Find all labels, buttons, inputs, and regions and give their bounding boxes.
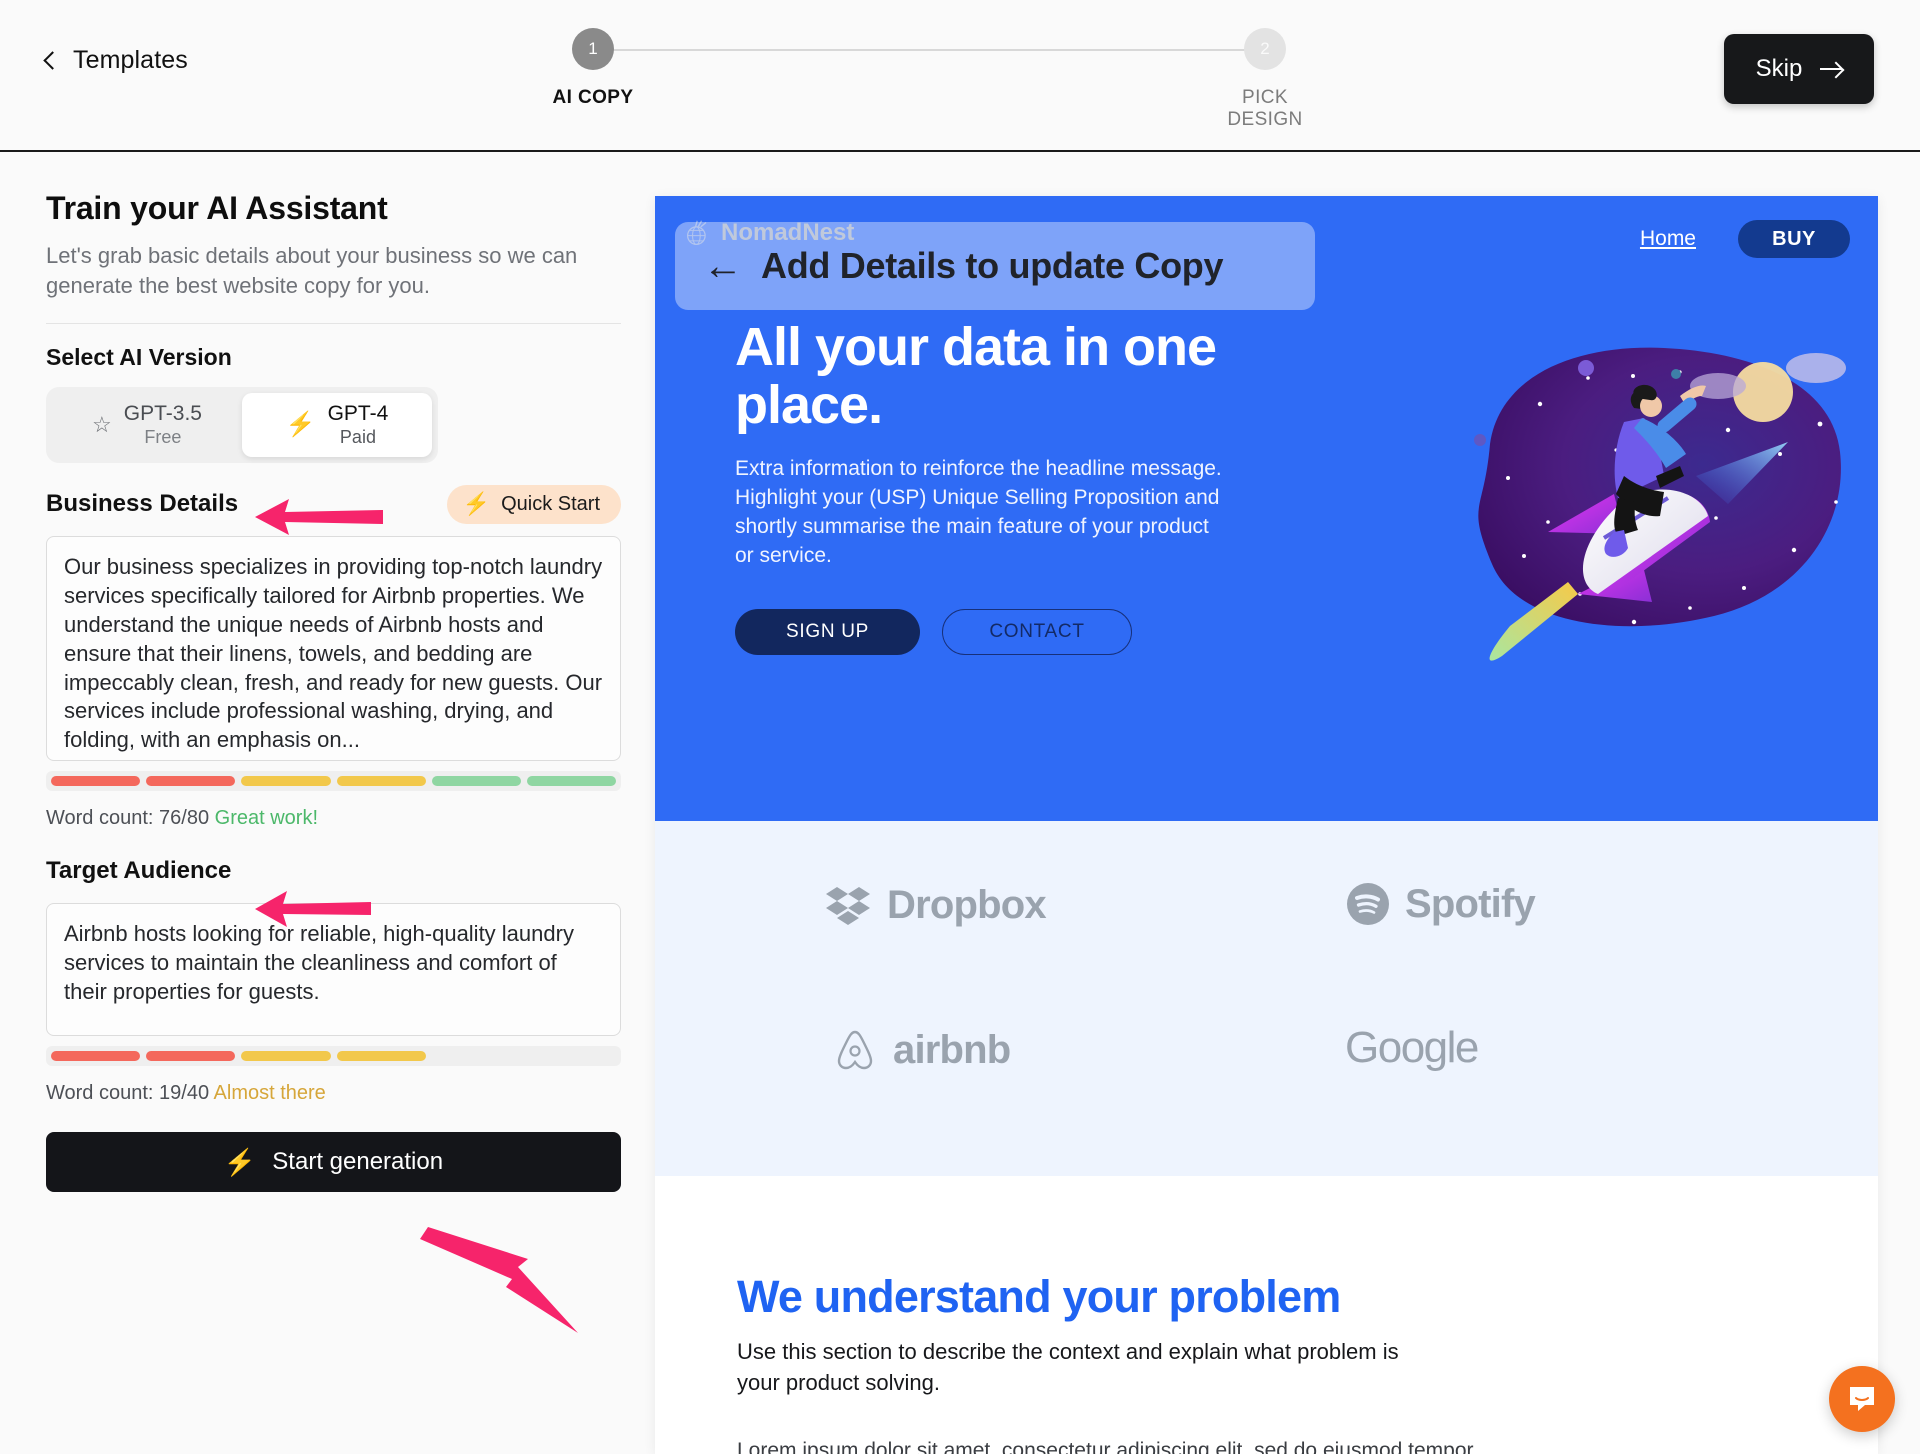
hero-headline: All your data in one place.	[735, 317, 1217, 436]
logo-spotify-label: Spotify	[1405, 881, 1536, 926]
skip-button[interactable]: Skip	[1724, 34, 1874, 104]
preview-logos-section: Dropbox Spotify airbnb Google	[655, 821, 1878, 1176]
business-details-value: Our business specializes in providing to…	[64, 554, 603, 753]
sign-up-button[interactable]: SIGN UP	[735, 608, 920, 655]
step-2-number: 2	[1244, 28, 1286, 70]
preview-nav: Home BUY	[1640, 220, 1850, 258]
bolt-icon: ⚡	[285, 411, 316, 439]
quick-start-button[interactable]: ⚡ Quick Start	[446, 484, 621, 524]
ai-version-toggle[interactable]: ☆ GPT-3.5 Free ⚡ GPT-4 Paid	[46, 387, 438, 464]
business-details-label: Business Details	[46, 490, 239, 518]
dropbox-icon	[826, 887, 870, 925]
page-subtitle: Let's grab basic details about your busi…	[46, 241, 621, 325]
business-details-header: Business Details ⚡ Quick Start	[46, 484, 621, 524]
logo-google: Google	[1345, 1023, 1479, 1073]
skip-label: Skip	[1755, 55, 1803, 82]
buy-button[interactable]: BUY	[1738, 220, 1850, 258]
logo-airbnb-label: airbnb	[893, 1027, 1011, 1072]
progress-segment	[431, 776, 521, 787]
back-to-templates-link[interactable]: Templates	[43, 46, 188, 75]
hero-cta-group: SIGN UP CONTACT	[735, 608, 1225, 655]
start-generation-label: Start generation	[272, 1148, 444, 1176]
ai-copy-form-panel: Train your AI Assistant Let's grab basic…	[46, 190, 626, 1193]
logo-spotify: Spotify	[1345, 881, 1536, 927]
star-icon: ☆	[92, 412, 112, 438]
select-ai-version-label: Select AI Version	[46, 344, 232, 371]
gpt4-name: GPT-4	[327, 402, 389, 426]
business-details-word-count: Word count: 76/80 Great work!	[46, 807, 626, 830]
progress-segment	[527, 1051, 616, 1061]
progress-segment	[51, 1051, 141, 1062]
chevron-left-icon	[43, 51, 62, 70]
logo-airbnb: airbnb	[831, 1026, 1011, 1074]
progress-segment	[336, 1051, 426, 1062]
target-word-count-text: Word count: 19/40	[46, 1082, 210, 1105]
progress-segment	[336, 776, 426, 787]
astronaut-riding-rocket-illustration	[1474, 347, 1846, 661]
ai-version-option-gpt35[interactable]: ☆ GPT-3.5 Free	[52, 393, 242, 457]
nav-home-link[interactable]: Home	[1640, 227, 1696, 251]
target-audience-progress-bar	[46, 1046, 621, 1067]
business-word-count-status: Great work!	[214, 807, 318, 830]
intercom-chat-icon	[1850, 1387, 1874, 1411]
target-audience-header: Target Audience	[46, 852, 621, 890]
page-title: Train your AI Assistant	[46, 190, 388, 226]
business-details-progress-bar	[46, 771, 621, 792]
step-pick-design[interactable]: 2 PICK DESIGN	[1210, 28, 1320, 131]
gpt35-name: GPT-3.5	[123, 402, 202, 426]
quick-start-label: Quick Start	[501, 492, 600, 515]
arrow-right-icon	[1820, 68, 1843, 70]
hero-body-text: Extra information to reinforce the headl…	[735, 456, 1222, 567]
logo-dropbox-label: Dropbox	[887, 882, 1047, 927]
progress-segment	[432, 1051, 521, 1061]
logo-dropbox: Dropbox	[825, 881, 1047, 929]
step-1-label: AI COPY	[552, 87, 634, 108]
problem-heading: We understand your problem	[737, 1271, 1341, 1322]
step-ai-copy[interactable]: 1 AI COPY	[538, 28, 648, 109]
wizard-stepper: 1 AI COPY 2 PICK DESIGN	[520, 28, 1340, 130]
preview-problem-section: We understand your problem Use this sect…	[655, 1176, 1878, 1454]
target-word-count-status: Almost there	[213, 1082, 326, 1105]
airbnb-icon	[837, 1030, 873, 1070]
annotation-arrow-start-generation	[420, 1227, 578, 1333]
stepper-connector-line	[610, 49, 1255, 51]
target-audience-label: Target Audience	[46, 857, 232, 885]
arrow-left-icon: ←	[703, 244, 743, 288]
gpt35-price: Free	[144, 427, 182, 448]
gpt4-price: Paid	[339, 427, 376, 448]
bolt-icon: ⚡	[223, 1147, 257, 1178]
target-audience-word-count: Word count: 19/40 Almost there	[46, 1082, 626, 1105]
progress-segment	[241, 776, 331, 787]
progress-segment	[241, 1051, 331, 1062]
problem-lorem-text: Lorem ipsum dolor sit amet, consectetur …	[737, 1438, 1474, 1454]
progress-segment	[526, 776, 617, 787]
bolt-icon: ⚡	[462, 491, 491, 517]
step-2-label: PICK DESIGN	[1227, 87, 1303, 130]
chat-launcher-button[interactable]	[1829, 1366, 1895, 1432]
target-audience-textarea[interactable]: Airbnb hosts looking for reliable, high-…	[46, 903, 621, 1037]
add-details-tooltip-text: Add Details to update Copy	[761, 245, 1224, 286]
ai-version-option-gpt4[interactable]: ⚡ GPT-4 Paid	[242, 393, 432, 458]
progress-segment	[146, 1051, 236, 1062]
progress-segment	[51, 776, 141, 787]
progress-segment	[146, 776, 236, 787]
logo-google-label: Google	[1345, 1023, 1479, 1072]
business-details-textarea[interactable]: Our business specializes in providing to…	[46, 536, 621, 762]
preview-hero-section: NomadNest Home BUY ← Add Details to upda…	[655, 196, 1878, 821]
back-label: Templates	[73, 46, 188, 74]
website-preview-panel: NomadNest Home BUY ← Add Details to upda…	[655, 196, 1878, 1454]
top-bar: Templates 1 AI COPY 2 PICK DESIGN Skip	[0, 0, 1920, 152]
contact-button[interactable]: CONTACT	[942, 608, 1132, 655]
business-word-count-text: Word count: 76/80	[46, 807, 210, 830]
start-generation-button[interactable]: ⚡ Start generation	[46, 1132, 621, 1193]
target-audience-value: Airbnb hosts looking for reliable, high-…	[64, 921, 574, 1004]
step-1-number: 1	[572, 28, 614, 70]
spotify-icon	[1347, 883, 1389, 925]
hero-copy-block: All your data in one place. Extra inform…	[735, 318, 1225, 655]
add-details-tooltip: ← Add Details to update Copy	[675, 222, 1315, 310]
problem-body: Use this section to describe the context…	[737, 1339, 1399, 1395]
